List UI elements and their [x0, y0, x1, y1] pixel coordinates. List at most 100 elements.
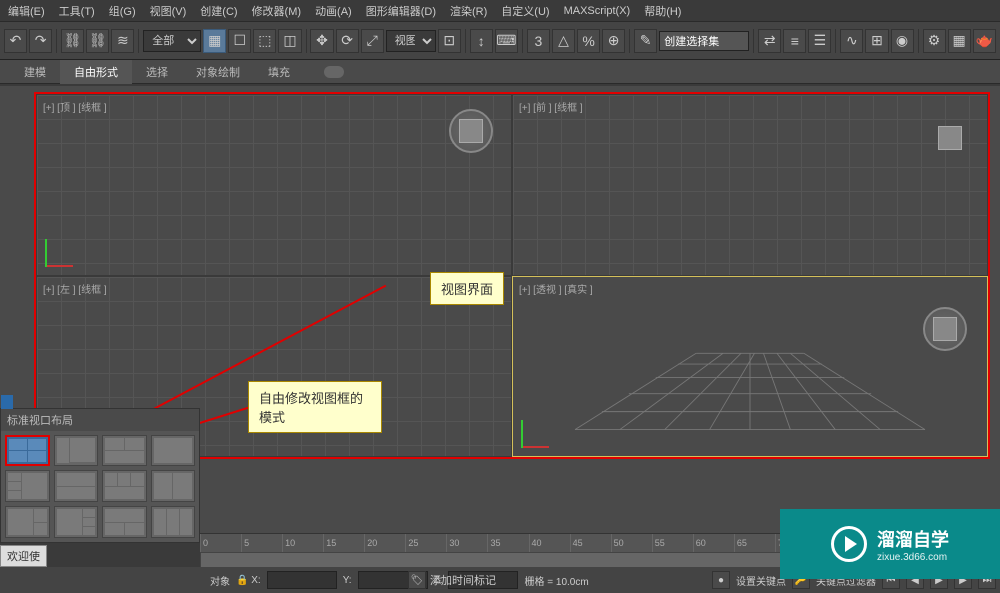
- layout-thumb[interactable]: [5, 470, 50, 502]
- ribbon-tab-populate[interactable]: 填充: [254, 60, 304, 84]
- render-setup-button[interactable]: ⚙: [923, 29, 946, 53]
- layout-thumb[interactable]: [54, 470, 99, 502]
- render-button[interactable]: 🫖: [973, 29, 996, 53]
- selection-filter-select[interactable]: 全部: [143, 30, 201, 52]
- axis-gizmo-icon: [45, 231, 81, 267]
- ref-coord-select[interactable]: 视图: [386, 30, 436, 52]
- angle-snap-button[interactable]: △: [552, 29, 575, 53]
- ribbon-bar: 建模 自由形式 选择 对象绘制 填充: [0, 60, 1000, 84]
- viewport-label-front[interactable]: [+] [前 ] [线框 ]: [519, 99, 583, 114]
- toolbar-divider: [306, 29, 307, 53]
- auto-key-button[interactable]: ●: [712, 571, 730, 589]
- timeline-tick: 25: [405, 534, 443, 552]
- layout-thumb[interactable]: [102, 506, 147, 538]
- viewcube-top-icon[interactable]: [449, 109, 493, 153]
- menu-view[interactable]: 视图(V): [150, 3, 187, 19]
- toolbar-divider: [835, 29, 836, 53]
- layout-thumb[interactable]: [151, 470, 196, 502]
- edit-selection-button[interactable]: ✎: [634, 29, 657, 53]
- menu-tools[interactable]: 工具(T): [59, 3, 95, 19]
- mirror-button[interactable]: ⇄: [758, 29, 781, 53]
- add-time-tag-label[interactable]: 添加时间标记: [430, 571, 496, 589]
- layout-thumb[interactable]: [151, 435, 196, 467]
- timeline-tick: 20: [364, 534, 402, 552]
- layout-thumb[interactable]: [54, 506, 99, 538]
- viewport-grid-icon: [37, 95, 511, 275]
- ribbon-pill-icon[interactable]: [324, 66, 344, 78]
- play-circle-icon: [831, 526, 867, 562]
- ribbon-tab-object-paint[interactable]: 对象绘制: [182, 60, 254, 84]
- layout-thumb[interactable]: [151, 506, 196, 538]
- snap-toggle-button[interactable]: 3: [527, 29, 550, 53]
- menu-group[interactable]: 组(G): [109, 3, 136, 19]
- layout-thumb[interactable]: [102, 435, 147, 467]
- viewport-grid-icon: [513, 95, 987, 275]
- add-time-tag-icon[interactable]: 🏷: [408, 571, 426, 589]
- set-key-label[interactable]: 设置关键点: [736, 573, 786, 588]
- viewport-label-top[interactable]: [+] [顶 ] [线框 ]: [43, 99, 107, 114]
- status-object: 对象: [210, 573, 230, 588]
- render-frame-button[interactable]: ▦: [948, 29, 971, 53]
- material-editor-button[interactable]: ◉: [891, 29, 914, 53]
- timeline-tick: 45: [570, 534, 608, 552]
- spinner-snap-button[interactable]: ⊕: [602, 29, 625, 53]
- viewport-label-left[interactable]: [+] [左 ] [线框 ]: [43, 281, 107, 296]
- select-manipulate-button[interactable]: ↕: [470, 29, 493, 53]
- schematic-view-button[interactable]: ⊞: [865, 29, 888, 53]
- viewport-front[interactable]: [+] [前 ] [线框 ]: [512, 94, 988, 276]
- menu-help[interactable]: 帮助(H): [644, 3, 681, 19]
- scale-button[interactable]: ⤢: [361, 29, 384, 53]
- timeline-tick: 55: [652, 534, 690, 552]
- menu-create[interactable]: 创建(C): [200, 3, 237, 19]
- bind-button[interactable]: ≋: [111, 29, 134, 53]
- named-selection-input[interactable]: [659, 31, 749, 51]
- ribbon-tab-modeling[interactable]: 建模: [10, 60, 60, 84]
- timeline-tick: 10: [282, 534, 320, 552]
- keyboard-shortcut-button[interactable]: ⌨: [495, 29, 518, 53]
- menu-modifiers[interactable]: 修改器(M): [252, 3, 302, 19]
- viewport-perspective[interactable]: [+] [透视 ] [真实 ]: [512, 276, 988, 458]
- menu-customize[interactable]: 自定义(U): [501, 3, 549, 19]
- timeline-tick: 40: [529, 534, 567, 552]
- coord-x-icon: 🔒 X:: [236, 575, 261, 586]
- move-button[interactable]: ✥: [310, 29, 333, 53]
- viewcube-front-icon[interactable]: [925, 123, 975, 153]
- annotation-view-area: 视图界面: [430, 272, 504, 305]
- select-region-button[interactable]: ⬚: [253, 29, 276, 53]
- menu-graph-editors[interactable]: 图形编辑器(D): [366, 3, 436, 19]
- unlink-button[interactable]: ⛓: [86, 29, 109, 53]
- coord-y-icon: Y:: [343, 575, 352, 586]
- viewport-top[interactable]: [+] [顶 ] [线框 ]: [36, 94, 512, 276]
- menu-edit[interactable]: 编辑(E): [8, 3, 45, 19]
- menu-bar: 编辑(E) 工具(T) 组(G) 视图(V) 创建(C) 修改器(M) 动画(A…: [0, 0, 1000, 22]
- coord-x-input[interactable]: [267, 571, 337, 589]
- align-button[interactable]: ≡: [783, 29, 806, 53]
- watermark-url: zixue.3d66.com: [877, 552, 949, 563]
- percent-snap-button[interactable]: %: [577, 29, 600, 53]
- layout-thumb[interactable]: [102, 470, 147, 502]
- link-button[interactable]: ⛓: [61, 29, 84, 53]
- rotate-button[interactable]: ⟳: [336, 29, 359, 53]
- ribbon-tab-select[interactable]: 选择: [132, 60, 182, 84]
- viewcube-persp-icon[interactable]: [923, 307, 967, 351]
- layout-flyout-handle-icon[interactable]: [1, 395, 13, 409]
- welcome-tab[interactable]: 欢迎使: [0, 545, 47, 567]
- select-object-button[interactable]: ▦: [203, 29, 226, 53]
- layout-thumb[interactable]: [5, 506, 50, 538]
- ribbon-tab-freeform[interactable]: 自由形式: [60, 60, 132, 84]
- redo-button[interactable]: ↷: [29, 29, 52, 53]
- curve-editor-button[interactable]: ∿: [840, 29, 863, 53]
- layer-button[interactable]: ☰: [808, 29, 831, 53]
- menu-maxscript[interactable]: MAXScript(X): [564, 5, 631, 17]
- menu-rendering[interactable]: 渲染(R): [450, 3, 487, 19]
- window-crossing-button[interactable]: ◫: [278, 29, 301, 53]
- menu-animation[interactable]: 动画(A): [315, 3, 352, 19]
- undo-button[interactable]: ↶: [4, 29, 27, 53]
- layout-thumb[interactable]: [54, 435, 99, 467]
- use-pivot-button[interactable]: ⊡: [438, 29, 461, 53]
- select-by-name-button[interactable]: ☐: [228, 29, 251, 53]
- viewport-label-perspective[interactable]: [+] [透视 ] [真实 ]: [519, 281, 593, 296]
- toolbar-divider: [522, 29, 523, 53]
- timeline-tick: 0: [200, 534, 238, 552]
- layout-thumb-4way[interactable]: [5, 435, 50, 467]
